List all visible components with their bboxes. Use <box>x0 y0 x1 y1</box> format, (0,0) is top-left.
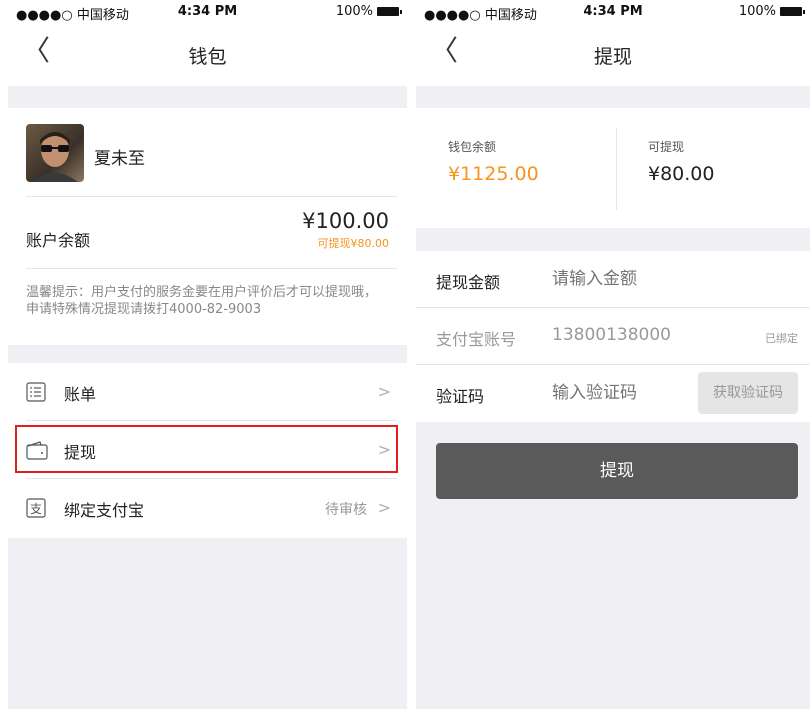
balance-value: ¥100.00 <box>302 209 389 233</box>
avatar-icon <box>32 132 78 182</box>
battery-percent: 100% <box>335 4 373 19</box>
alipay-label: 支付宝账号 <box>436 330 517 349</box>
wallet-screen: ●●●●○ 中国移动 4:34 PM 100% 〈 钱包 夏未至 账户余额 ¥1… <box>8 0 407 709</box>
code-label: 验证码 <box>436 387 485 406</box>
battery-icon <box>377 7 402 16</box>
withdraw-form: 提现金额 支付宝账号 13800138000 已绑定 验证码 获取验证码 <box>416 251 810 422</box>
menu-item-withdraw[interactable]: 提现 > <box>8 421 407 479</box>
nav-bar: 〈 钱包 <box>8 24 407 86</box>
wallet-balance-value: ¥1125.00 <box>448 163 539 185</box>
status-bar: ●●●●○ 中国移动 4:34 PM 100% <box>416 0 810 24</box>
menu-item-label: 账单 <box>64 385 97 404</box>
alipay-account: 13800138000 <box>552 325 671 345</box>
balance-label: 账户余额 <box>26 231 91 250</box>
battery-indicator: 100% <box>738 4 805 19</box>
chevron-right-icon: > <box>377 382 391 401</box>
menu-item-bill[interactable]: 账单 > <box>8 363 407 421</box>
nav-bar: 〈 提现 <box>416 24 810 86</box>
highlight-box <box>15 425 398 473</box>
menu-list: 账单 > 提现 > 支 绑定支付宝 待审核 > <box>8 363 407 538</box>
wallet-balance-label: 钱包余额 <box>448 140 497 154</box>
avatar[interactable] <box>26 124 84 182</box>
alipay-status: 待审核 <box>325 502 367 518</box>
submit-withdraw-button[interactable]: 提现 <box>436 443 798 499</box>
alipay-row: 支付宝账号 13800138000 已绑定 <box>416 308 810 365</box>
alipay-bound-badge: 已绑定 <box>765 332 798 345</box>
page-title: 提现 <box>593 46 632 68</box>
battery-icon <box>780 7 805 16</box>
svg-text:支: 支 <box>30 502 42 516</box>
code-input[interactable] <box>552 379 692 407</box>
battery-indicator: 100% <box>335 4 402 19</box>
page-title: 钱包 <box>188 46 227 68</box>
balance-summary: 钱包余额 ¥1125.00 可提现 ¥80.00 <box>416 108 810 228</box>
withdraw-screen: ●●●●○ 中国移动 4:34 PM 100% 〈 提现 钱包余额 ¥1125.… <box>416 0 810 709</box>
code-row: 验证码 获取验证码 <box>416 365 810 422</box>
notice-text: 温馨提示：用户支付的服务金要在用户评价后才可以提现哦，申请特殊情况提现请拨打40… <box>26 285 378 317</box>
amount-input[interactable] <box>552 265 772 293</box>
profile-section: 夏未至 账户余额 ¥100.00 可提现¥80.00 温馨提示：用户支付的服务金… <box>8 108 407 345</box>
menu-item-label: 绑定支付宝 <box>64 501 145 520</box>
menu-item-bind-alipay[interactable]: 支 绑定支付宝 待审核 > <box>8 479 407 537</box>
amount-label: 提现金额 <box>436 273 501 292</box>
withdrawable-value: ¥80.00 <box>648 163 715 185</box>
battery-percent: 100% <box>738 4 776 19</box>
bill-list-icon <box>26 382 46 406</box>
alipay-icon: 支 <box>26 498 46 522</box>
withdrawable-label: 可提现 <box>648 140 685 154</box>
withdrawable-amount: 可提现¥80.00 <box>317 237 390 250</box>
user-name: 夏未至 <box>94 149 145 169</box>
amount-row: 提现金额 <box>416 251 810 308</box>
chevron-right-icon: > <box>377 498 391 517</box>
get-code-button[interactable]: 获取验证码 <box>698 372 798 414</box>
status-bar: ●●●●○ 中国移动 4:34 PM 100% <box>8 0 407 24</box>
